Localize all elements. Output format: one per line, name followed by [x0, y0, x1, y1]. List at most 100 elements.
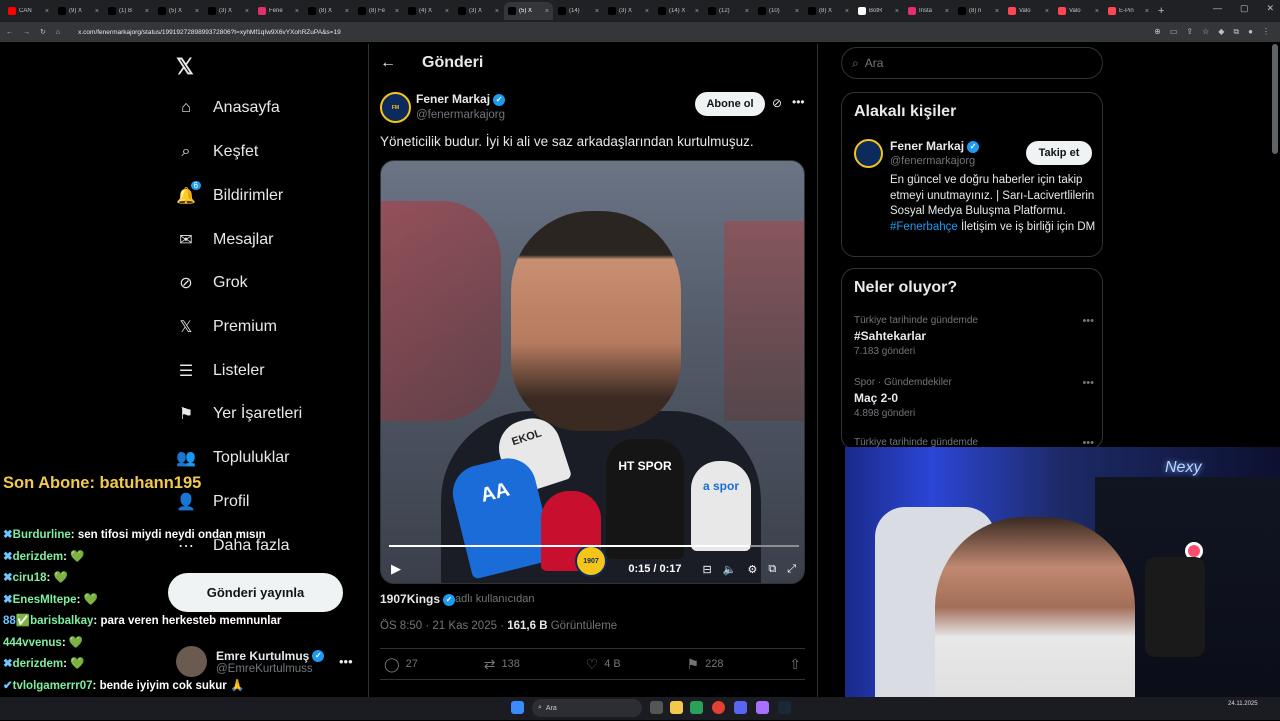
browser-tab[interactable]: (8) Fe ×: [354, 2, 403, 20]
browser-tab[interactable]: (10) ×: [754, 2, 803, 20]
video-progress-bar[interactable]: [389, 545, 799, 547]
maximize-icon[interactable]: ▢: [1240, 3, 1249, 14]
browser-tab[interactable]: BotR ×: [854, 2, 903, 20]
zoom-icon[interactable]: ⊕: [1154, 27, 1161, 37]
close-tab-icon[interactable]: ×: [45, 8, 49, 15]
cast-icon[interactable]: ▭: [1170, 27, 1178, 37]
steam-icon[interactable]: [778, 701, 791, 714]
settings-icon[interactable]: ⚙: [747, 563, 757, 576]
nav-item-grok[interactable]: ⊘ Grok: [175, 272, 247, 294]
account-more-icon[interactable]: •••: [339, 654, 353, 669]
trend-item[interactable]: Spor · Gündemdekiler Maç 2-0 4.898 gönderi…: [854, 377, 1094, 419]
related-name[interactable]: Fener Markaj ✓: [890, 139, 980, 153]
store-icon[interactable]: [690, 701, 703, 714]
browser-tab[interactable]: (8) X ×: [804, 2, 853, 20]
browser-tab[interactable]: (1) B ×: [104, 2, 153, 20]
close-tab-icon[interactable]: ×: [895, 8, 899, 15]
close-tab-icon[interactable]: ×: [745, 8, 749, 15]
nav-item-x-premium[interactable]: 𝕏 Premium: [175, 316, 277, 338]
close-tab-icon[interactable]: ×: [545, 8, 549, 15]
close-tab-icon[interactable]: ×: [1095, 8, 1099, 15]
browser-menu-icon[interactable]: ⋮: [1262, 27, 1270, 37]
home-nav-icon[interactable]: ⌂: [56, 29, 60, 36]
author-name[interactable]: Fener Markaj ✓: [416, 92, 506, 106]
nav-item-envelope[interactable]: ✉ Mesajlar: [175, 229, 273, 251]
browser-tab[interactable]: (14) ×: [554, 2, 603, 20]
browser-tab[interactable]: (12) ×: [704, 2, 753, 20]
close-tab-icon[interactable]: ×: [345, 8, 349, 15]
close-tab-icon[interactable]: ×: [495, 8, 499, 15]
new-tab-icon[interactable]: +: [1158, 5, 1164, 17]
nav-item-profile[interactable]: 👤 Profil: [175, 491, 249, 513]
extensions-puzzle-icon[interactable]: ⧉: [1233, 27, 1239, 37]
close-tab-icon[interactable]: ×: [995, 8, 999, 15]
hashtag-link[interactable]: #Fenerbahçe: [890, 221, 958, 233]
browser-tab[interactable]: (9) X ×: [54, 2, 103, 20]
close-tab-icon[interactable]: ×: [195, 8, 199, 15]
browser-tab[interactable]: Insta ×: [904, 2, 953, 20]
attribution-name[interactable]: 1907Kings ✓: [380, 592, 456, 606]
nav-item-bookmark[interactable]: ⚑ Yer İşaretleri: [175, 403, 302, 425]
bookmark-star-icon[interactable]: ☆: [1202, 27, 1209, 37]
browser-tab[interactable]: Fene ×: [254, 2, 303, 20]
close-tab-icon[interactable]: ×: [295, 8, 299, 15]
url-field[interactable]: x.com/fenermarkajorg/status/199192728989…: [78, 29, 341, 36]
x-logo-icon[interactable]: 𝕏: [176, 54, 194, 80]
volume-icon[interactable]: 🔈: [723, 563, 737, 576]
browser-tab[interactable]: (4) X ×: [404, 2, 453, 20]
reply-button[interactable]: ◯ 27: [384, 656, 418, 673]
browser-tab[interactable]: CAN ×: [4, 2, 53, 20]
bookmark-button[interactable]: ⚑ 228: [687, 656, 724, 673]
nav-item-communities[interactable]: 👥 Topluluklar: [175, 447, 289, 469]
author-avatar[interactable]: FM: [380, 92, 411, 123]
browser-tab[interactable]: (5) X ×: [154, 2, 203, 20]
browser-tab[interactable]: (14) X ×: [654, 2, 703, 20]
minimize-icon[interactable]: —: [1213, 3, 1222, 14]
grok-icon[interactable]: ⊘: [772, 96, 782, 110]
browser-tab[interactable]: Valo ×: [1004, 2, 1053, 20]
browser-tab[interactable]: E-Pin ×: [1104, 2, 1153, 20]
discord-icon[interactable]: [734, 701, 747, 714]
browser-tab[interactable]: Valo ×: [1054, 2, 1103, 20]
close-tab-icon[interactable]: ×: [945, 8, 949, 15]
chrome-icon[interactable]: [712, 701, 725, 714]
nav-item-list[interactable]: ☰ Listeler: [175, 360, 265, 382]
subscribe-button[interactable]: Abone ol: [695, 92, 765, 116]
browser-tab[interactable]: (5) X ×: [504, 2, 553, 20]
taskbar-search[interactable]: ⌕ Ara: [532, 699, 642, 717]
close-tab-icon[interactable]: ×: [245, 8, 249, 15]
task-view-icon[interactable]: [650, 701, 663, 714]
close-tab-icon[interactable]: ×: [845, 8, 849, 15]
browser-tab[interactable]: (3) X ×: [604, 2, 653, 20]
share-button[interactable]: ⇧: [789, 656, 801, 673]
close-tab-icon[interactable]: ×: [445, 8, 449, 15]
fullscreen-icon[interactable]: ⤢: [787, 563, 796, 576]
post-more-icon[interactable]: •••: [792, 95, 805, 109]
play-icon[interactable]: ▶: [391, 561, 401, 577]
trend-item[interactable]: Türkiye tarihinde gündemde #Sahtekarlar 7.…: [854, 315, 1094, 357]
browser-tab[interactable]: (3) X ×: [204, 2, 253, 20]
extension-icon[interactable]: ◆: [1218, 27, 1224, 37]
like-button[interactable]: ♡ 4 B: [586, 656, 621, 673]
video-player[interactable]: EKOL AA HT SPOR a spor 1907 ▶ 0:15 / 0:1…: [380, 160, 805, 584]
follow-button[interactable]: Takip et: [1026, 141, 1092, 165]
close-tab-icon[interactable]: ×: [395, 8, 399, 15]
trend-more-icon[interactable]: •••: [1082, 315, 1094, 327]
close-tab-icon[interactable]: ×: [645, 8, 649, 15]
close-tab-icon[interactable]: ×: [795, 8, 799, 15]
browser-tab[interactable]: (3) X ×: [454, 2, 503, 20]
picture-in-picture-icon[interactable]: ⧉: [768, 563, 776, 576]
close-window-icon[interactable]: ✕: [1266, 3, 1274, 14]
author-handle[interactable]: @fenermarkajorg: [416, 109, 505, 121]
nav-item-home[interactable]: ⌂ Anasayfa: [175, 97, 280, 119]
close-tab-icon[interactable]: ×: [1045, 8, 1049, 15]
repost-button[interactable]: ⇄ 138: [484, 656, 520, 673]
search-input[interactable]: ⌕ Ara: [841, 47, 1103, 79]
browser-tab[interactable]: (8) n ×: [954, 2, 1003, 20]
close-tab-icon[interactable]: ×: [695, 8, 699, 15]
app-icon[interactable]: [756, 701, 769, 714]
post-datetime[interactable]: ÖS 8:50 · 21 Kas 2025 ·: [380, 620, 507, 632]
browser-tab[interactable]: (8) X ×: [304, 2, 353, 20]
back-arrow-icon[interactable]: ←: [380, 54, 396, 72]
back-nav-icon[interactable]: ←: [6, 29, 13, 36]
